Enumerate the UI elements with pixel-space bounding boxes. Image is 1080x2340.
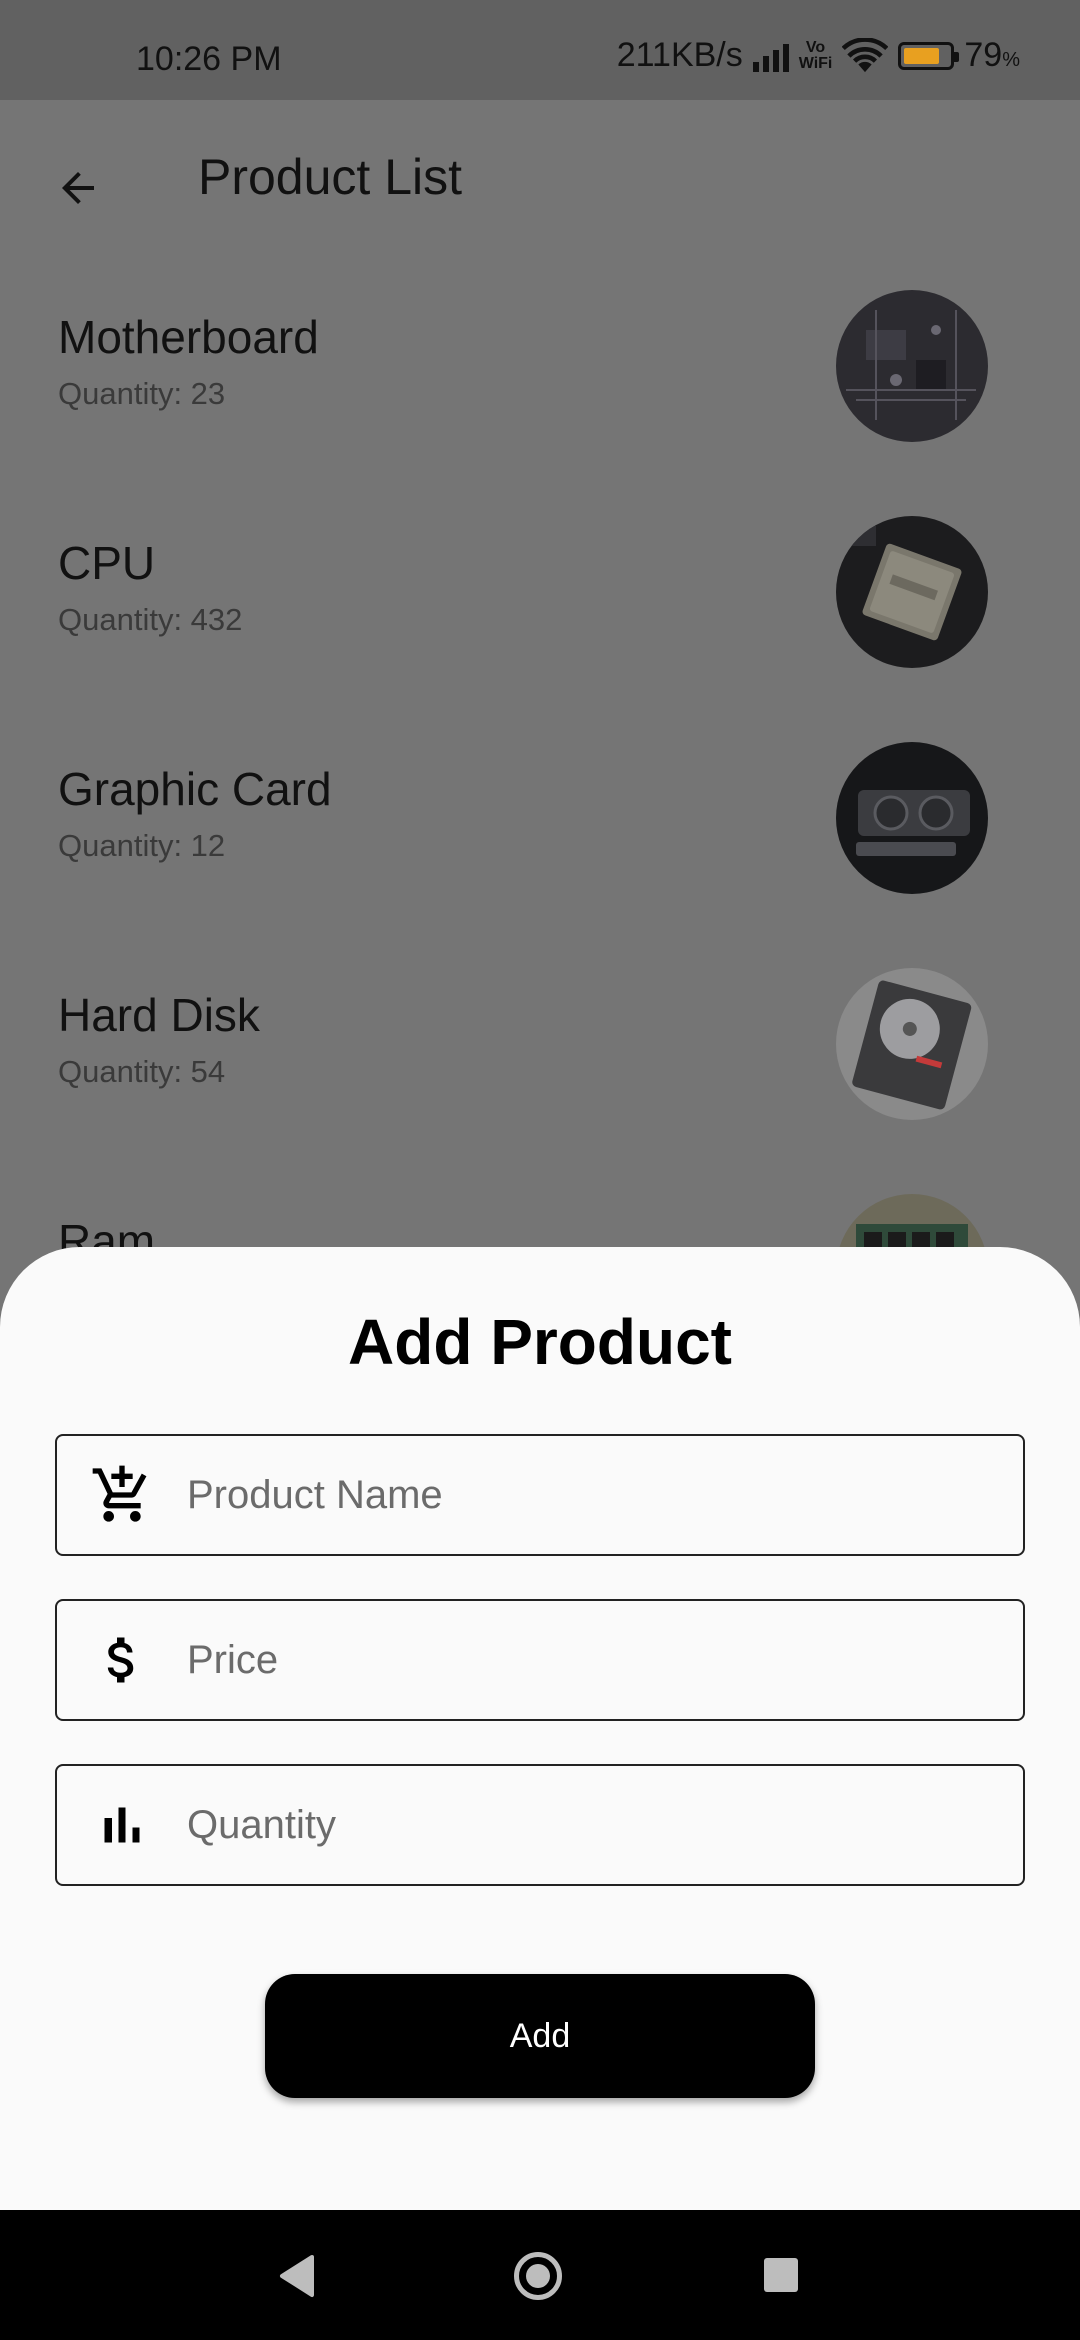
add-product-sheet: Add Product Add [0,1247,1080,2210]
product-list-item[interactable]: Motherboard Quantity: 23 [0,290,1080,530]
status-indicators: 211KB/s Vo WiFi 79% [617,36,1020,75]
network-speed: 211KB/s [616,36,743,74]
price-field[interactable] [55,1599,1025,1721]
cpu-thumbnail [836,516,988,668]
product-name: Graphic Card [58,763,332,815]
battery-percent-value: 79 [964,36,1003,74]
back-button[interactable] [40,150,116,226]
graphic-card-thumbnail [836,742,988,894]
vowifi-bottom-label: WiFi [798,54,833,72]
quantity-field[interactable] [55,1764,1025,1886]
hard-disk-thumbnail [836,968,988,1120]
status-bar: 10:26 PM 211KB/s Vo WiFi 79% [0,0,1080,100]
battery-percent: 79% [964,36,1020,75]
product-list-item[interactable]: CPU Quantity: 432 [0,516,1080,756]
product-quantity: Quantity: 432 [58,602,243,637]
product-quantity: Quantity: 54 [58,1054,226,1089]
wifi-icon [842,37,889,72]
product-name-input[interactable] [187,1436,1023,1554]
battery-icon [898,41,960,70]
sheet-title: Add Product [348,1306,732,1378]
product-list-item[interactable]: Hard Disk Quantity: 54 [0,968,1080,1208]
status-time: 10:26 PM [136,40,282,78]
quantity-input[interactable] [187,1766,1023,1884]
vowifi-icon: Vo WiFi [798,38,833,72]
price-input[interactable] [187,1601,1023,1719]
battery-percent-unit: % [1002,49,1020,71]
nav-home-icon[interactable] [514,2252,562,2300]
add-shopping-cart-icon [57,1436,187,1554]
product-quantity: Quantity: 23 [58,376,226,411]
app-bar: Product List [0,100,1080,260]
vowifi-top-label: Vo [805,38,826,56]
product-quantity: Quantity: 12 [58,828,226,863]
bar-chart-icon [57,1766,187,1884]
nav-recents-icon[interactable] [764,2258,798,2292]
add-button[interactable]: Add [265,1974,815,2098]
system-navigation-bar [0,2210,1080,2340]
nav-back-icon[interactable] [278,2254,316,2298]
page-title: Product List [198,149,463,205]
motherboard-thumbnail [836,290,988,442]
dollar-icon [57,1601,187,1719]
product-name: Motherboard [58,311,319,363]
arrow-left-icon [62,172,94,204]
signal-strength-icon [752,40,789,72]
product-name-field[interactable] [55,1434,1025,1556]
product-name: Hard Disk [58,989,260,1041]
product-name: CPU [58,537,156,589]
battery-level-fill [904,47,940,64]
product-list-item[interactable]: Graphic Card Quantity: 12 [0,742,1080,982]
